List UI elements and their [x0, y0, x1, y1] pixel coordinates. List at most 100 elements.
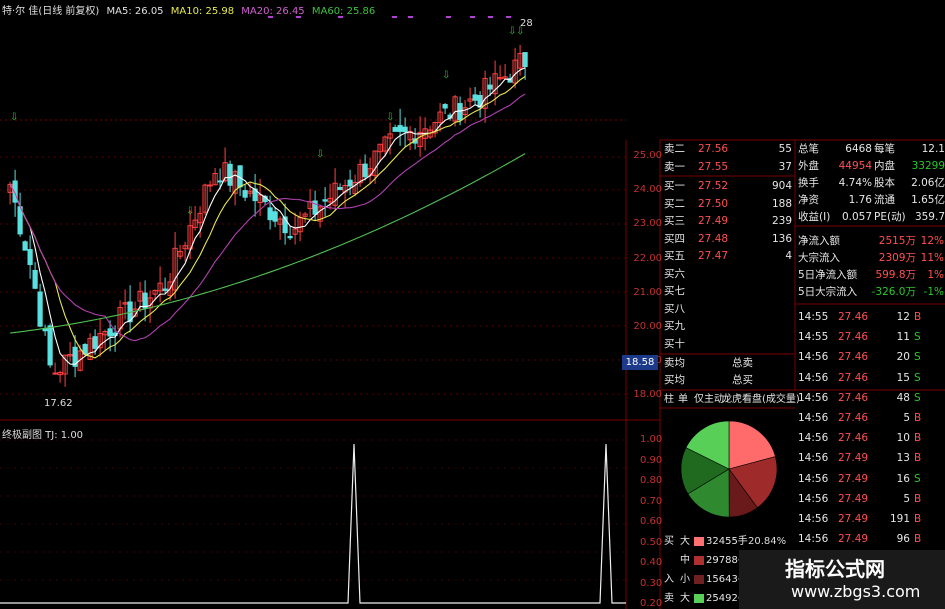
flow-label: 5日净流入额 — [798, 269, 858, 281]
legend-swatch — [694, 575, 704, 584]
watermark-url: www.zbgs3.com — [791, 582, 921, 601]
flow-pct: 11% — [920, 252, 944, 264]
book-volume: 4 — [785, 250, 792, 262]
flow-label: 大宗流入 — [798, 252, 840, 264]
book-price: 27.56 — [698, 143, 729, 155]
ma20-label: MA20: 26.45 — [241, 6, 305, 17]
indicator-title: 终极副图 TJ: 1.00 — [2, 430, 84, 441]
tick-volume: 11 — [896, 331, 910, 344]
tick-price: 27.46 — [838, 371, 869, 384]
book-volume: 55 — [778, 143, 792, 155]
indicator-tick-label: 0.80 — [640, 475, 663, 486]
tick-time: 14:56 — [798, 432, 829, 445]
candle — [362, 163, 368, 178]
stat-value: 4.74% — [838, 177, 872, 189]
price-tick-label: 25.00 — [633, 150, 662, 161]
tick-price: 27.46 — [838, 331, 869, 344]
tick-time: 14:56 — [798, 533, 829, 546]
tick-time: 14:56 — [798, 391, 829, 404]
book-price: 27.48 — [698, 232, 729, 245]
candle — [392, 127, 398, 132]
tab-3[interactable]: 龙虎看盘(成交量) — [722, 391, 800, 408]
tick-volume: 48 — [896, 391, 910, 404]
stat-value: 0.057 — [841, 211, 872, 223]
book-label: 买九 — [664, 320, 685, 332]
signal-icon: ⇩ — [386, 112, 394, 123]
candle — [92, 336, 98, 349]
top-marker — [408, 16, 413, 18]
tick-volume: 5 — [903, 492, 910, 505]
flow-value: -326.0万 — [871, 286, 916, 298]
flow-pct: 12% — [920, 235, 944, 247]
top-marker — [470, 16, 475, 18]
candle — [37, 291, 43, 327]
flow-value: 2309万 — [878, 252, 916, 264]
tick-price: 27.49 — [838, 452, 869, 465]
price-tick-label: 21.00 — [633, 286, 662, 298]
candle — [217, 180, 223, 183]
pie-pct: 20.84% — [748, 536, 787, 547]
candle — [457, 103, 463, 121]
candle — [287, 235, 293, 239]
tab-2[interactable]: 仅主动 — [694, 391, 724, 408]
tick-volume: 12 — [896, 311, 910, 323]
legend-size: 大 — [680, 593, 690, 604]
candle — [402, 126, 408, 133]
stat-key: 总笔 — [798, 143, 819, 155]
stat-value: 44954 — [838, 160, 872, 172]
tick-volume: 96 — [896, 533, 910, 546]
ma60-label: MA60: 25.86 — [311, 6, 376, 17]
tick-price: 27.49 — [838, 492, 869, 505]
candle — [162, 288, 168, 291]
stat-value: 2.06亿 — [911, 177, 945, 189]
indicator-tick-label: 0.50 — [640, 536, 663, 548]
indicator-tick-label: 0.60 — [640, 516, 663, 527]
stat-key: 外盘 — [798, 160, 819, 172]
tab-1[interactable]: 单 — [678, 391, 688, 408]
signal-icon: ⇩ — [442, 70, 450, 81]
tick-direction: B — [914, 311, 922, 323]
candle — [272, 211, 278, 222]
book-label: 买二 — [664, 197, 685, 210]
stat-key: 股本 — [874, 177, 895, 189]
legend-size: 小 — [680, 574, 690, 585]
stock-title: 特·尔 佳(日线 前复权) — [2, 6, 100, 17]
avg-buy-label: 买均 — [664, 374, 685, 386]
tick-direction: S — [914, 472, 921, 485]
candle — [242, 190, 248, 198]
tick-direction: B — [914, 513, 922, 525]
price-tick-label: 23.00 — [633, 218, 662, 230]
candle — [472, 94, 478, 101]
legend-swatch — [694, 556, 704, 565]
total-buy-label: 总买 — [732, 374, 753, 386]
flow-label: 5日大宗流入 — [798, 286, 858, 298]
tab-0[interactable]: 柱 — [664, 391, 674, 408]
indicator-tick-label: 0.30 — [640, 577, 663, 589]
ma60-line — [10, 153, 526, 334]
tick-direction: S — [914, 391, 921, 404]
stat-value: 33299 — [911, 160, 945, 172]
stat-value: 1.65亿 — [911, 194, 945, 206]
top-marker — [392, 16, 397, 18]
candle — [347, 179, 353, 187]
legend-side: 买 — [664, 536, 674, 547]
tick-volume: 20 — [896, 351, 910, 364]
legend-swatch — [694, 594, 704, 603]
stat-key: 流通 — [874, 194, 895, 206]
tick-price: 27.46 — [838, 432, 869, 445]
candle — [52, 372, 58, 375]
book-label: 买六 — [664, 267, 685, 280]
signal-icon: ⇩ — [316, 149, 324, 160]
candle — [27, 249, 33, 265]
flow-pct: 1% — [927, 269, 944, 281]
book-label: 买七 — [664, 285, 685, 297]
legend-value: 32455手 — [706, 536, 748, 547]
tick-time: 14:55 — [798, 331, 829, 344]
avg-sell-label: 卖均 — [664, 357, 685, 369]
candle — [442, 104, 448, 109]
tick-price: 27.46 — [838, 412, 869, 424]
chart-header: 特·尔 佳(日线 前复权) MA5: 26.05 MA10: 25.98 MA2… — [2, 2, 379, 17]
top-marker — [506, 16, 511, 18]
book-volume: 188 — [771, 197, 792, 210]
book-volume: 136 — [771, 232, 792, 245]
